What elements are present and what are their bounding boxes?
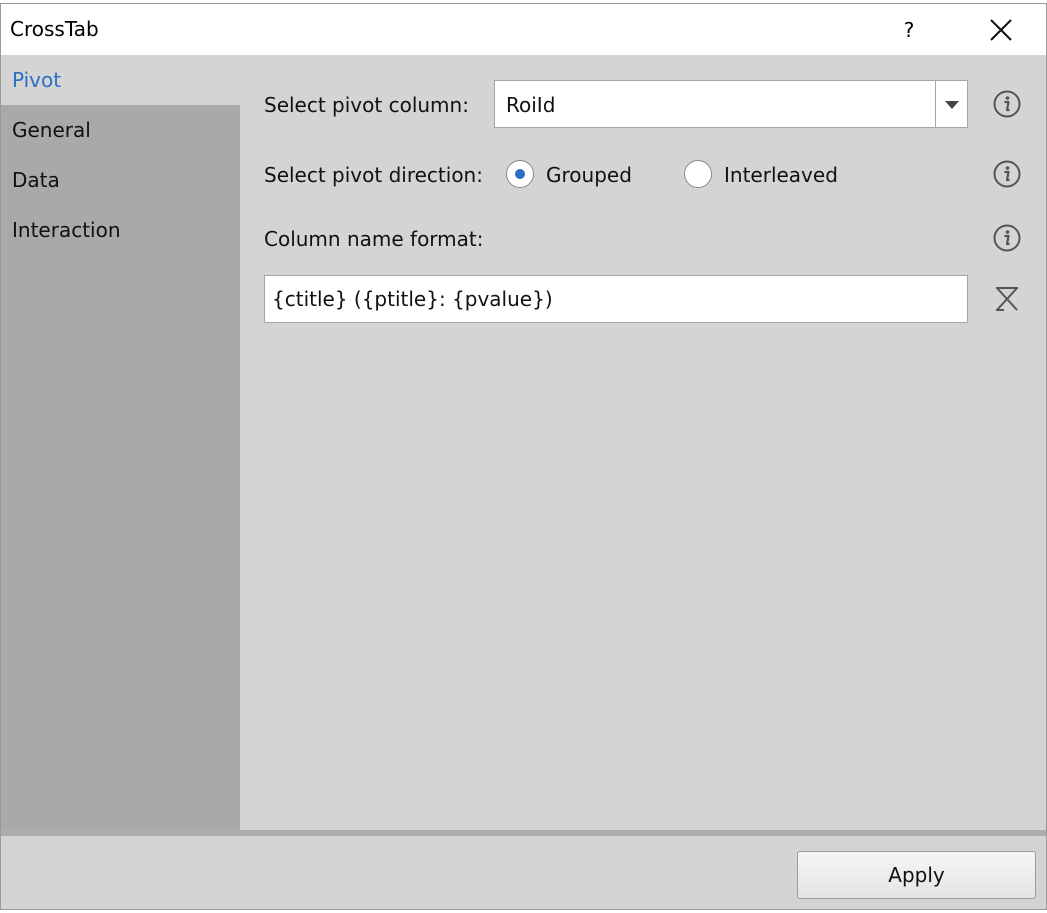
close-button[interactable] [979, 10, 1023, 50]
settings-sidebar: Pivot General Data Interaction [1, 55, 240, 830]
sidebar-item-pivot[interactable]: Pivot [1, 55, 240, 105]
interleaved-radio[interactable] [684, 160, 712, 188]
dropdown-arrow-icon[interactable] [935, 81, 967, 127]
info-icon[interactable] [992, 159, 1022, 189]
crosstab-dialog: CrossTab ? Pivot General Data Interactio… [0, 3, 1047, 910]
dialog-footer: Apply [1, 836, 1046, 909]
column-name-format-input[interactable] [264, 275, 968, 323]
sidebar-item-data[interactable]: Data [1, 155, 240, 205]
window-title: CrossTab [10, 17, 99, 41]
sidebar-item-general[interactable]: General [1, 105, 240, 155]
pivot-column-value: RoiId [506, 93, 556, 117]
pivot-column-label: Select pivot column: [264, 93, 469, 117]
grouped-radio[interactable] [506, 160, 534, 188]
pivot-column-select[interactable]: RoiId [494, 80, 968, 128]
help-button[interactable]: ? [889, 10, 929, 50]
grouped-radio-label[interactable]: Grouped [546, 163, 632, 187]
close-icon [990, 19, 1012, 41]
title-bar: CrossTab ? [1, 4, 1046, 55]
apply-button[interactable]: Apply [797, 851, 1036, 899]
interleaved-radio-label[interactable]: Interleaved [724, 163, 838, 187]
pivot-direction-label: Select pivot direction: [264, 163, 483, 187]
info-icon[interactable] [992, 223, 1022, 253]
column-name-format-label: Column name format: [264, 227, 484, 251]
info-icon[interactable] [992, 89, 1022, 119]
pivot-settings-panel: Select pivot column: RoiId Select pivot … [240, 55, 1046, 830]
reset-icon[interactable] [992, 285, 1022, 313]
sidebar-item-interaction[interactable]: Interaction [1, 205, 240, 255]
